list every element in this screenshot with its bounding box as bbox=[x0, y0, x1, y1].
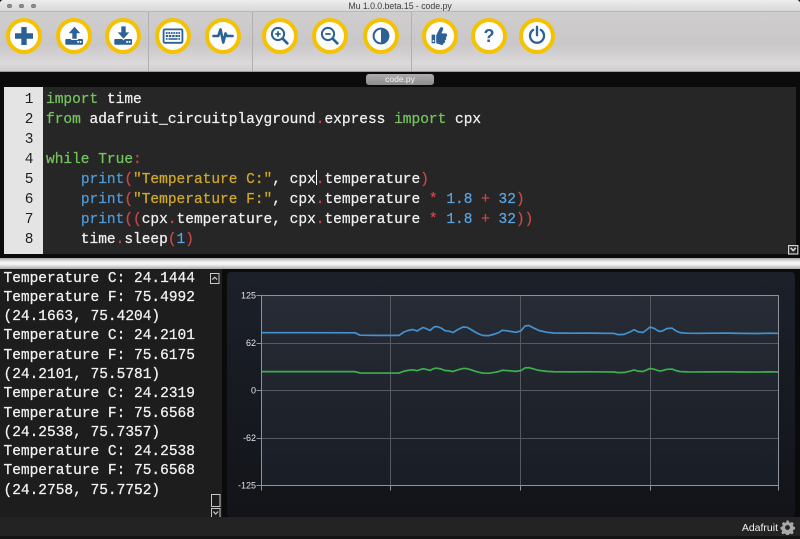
svg-text:-125: -125 bbox=[238, 481, 256, 491]
svg-text:-62: -62 bbox=[243, 433, 256, 443]
svg-text:?: ? bbox=[483, 26, 494, 46]
svg-text:125: 125 bbox=[241, 291, 256, 301]
svg-text:62: 62 bbox=[246, 338, 256, 348]
svg-text:0: 0 bbox=[251, 386, 256, 396]
